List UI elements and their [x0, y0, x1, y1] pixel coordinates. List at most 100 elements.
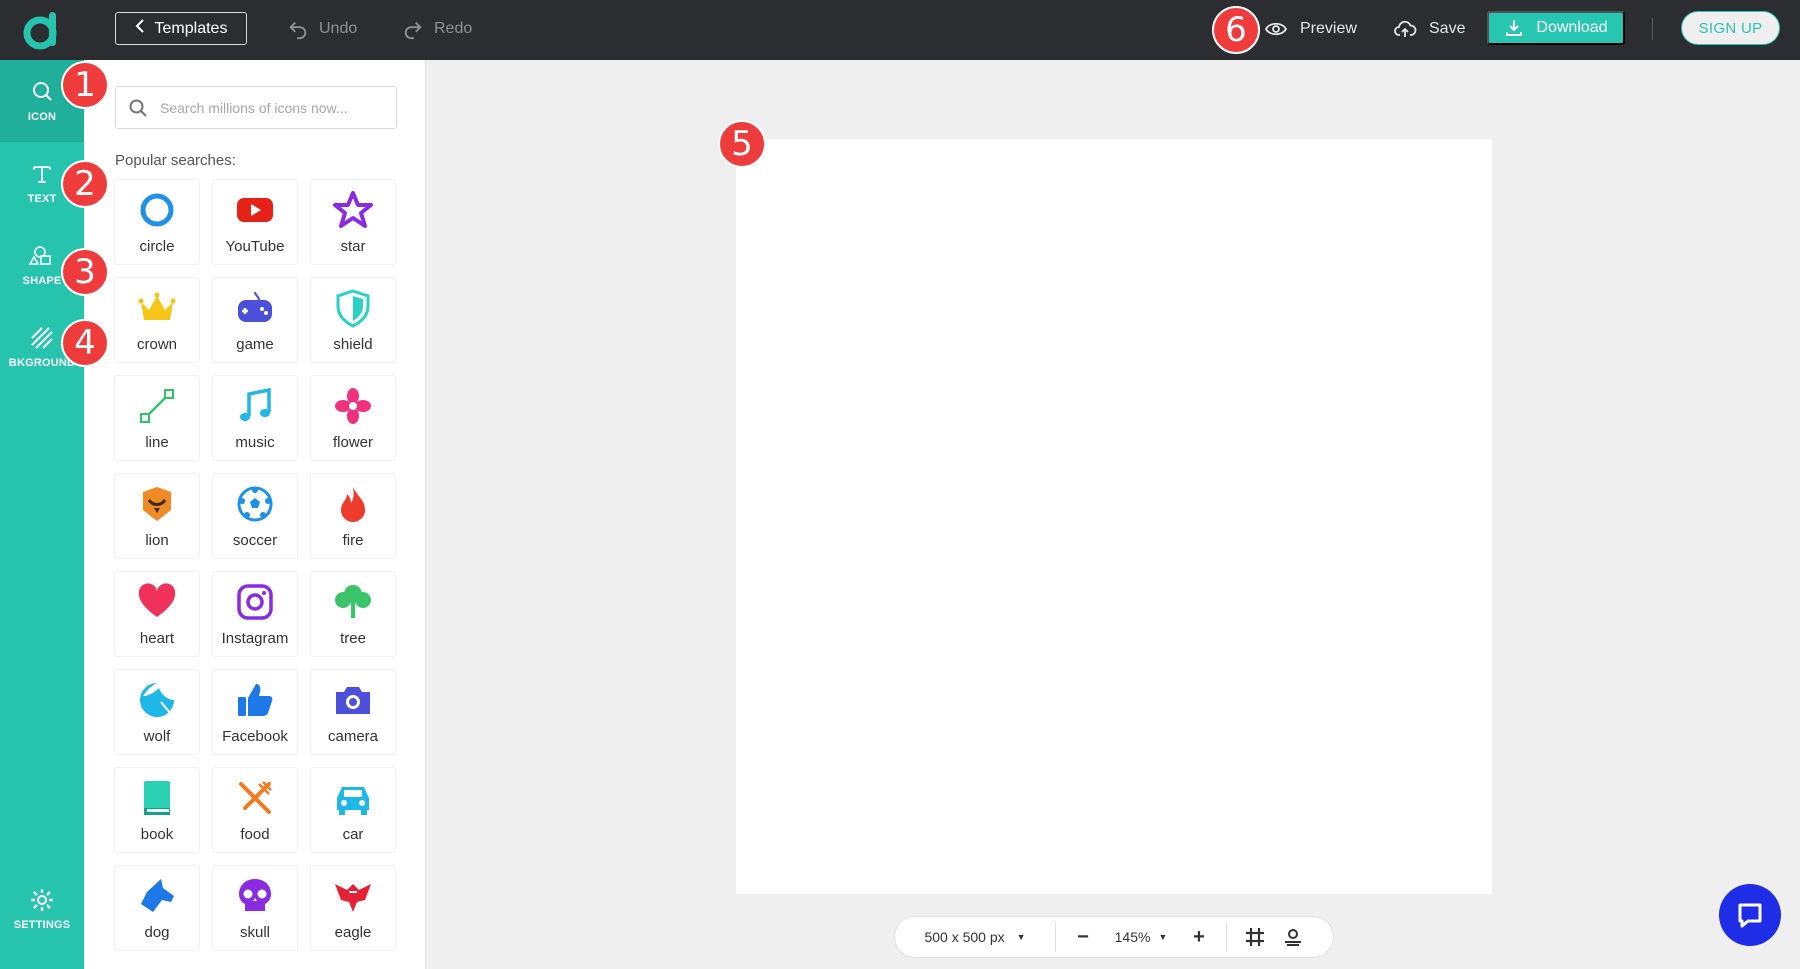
chat-bubble-icon [1734, 899, 1766, 931]
caret-down-icon: ▼ [1158, 932, 1167, 942]
icon-tile-label: shield [333, 336, 372, 353]
design-canvas[interactable] [736, 139, 1492, 894]
line-icon [137, 386, 177, 426]
fire-icon [333, 484, 373, 524]
icon-tile-car[interactable]: car [311, 768, 395, 852]
youtube-icon [235, 190, 275, 230]
icon-tile-flower[interactable]: flower [311, 376, 395, 460]
zoom-out-button[interactable]: − [1072, 926, 1094, 948]
icon-tile-label: heart [140, 630, 174, 647]
skull-icon [235, 876, 275, 916]
icon-tile-label: fire [343, 532, 364, 549]
divider [1652, 18, 1653, 40]
icon-tile-label: lion [145, 532, 168, 549]
rail-item-settings[interactable]: SETTINGS [0, 868, 84, 950]
icon-tile-label: circle [139, 238, 174, 255]
tree-icon [333, 582, 373, 622]
templates-label: Templates [155, 20, 228, 38]
icon-tile-star[interactable]: star [311, 180, 395, 264]
icon-tile-label: wolf [144, 728, 171, 745]
icon-tile-shield[interactable]: shield [311, 278, 395, 362]
icon-tile-book[interactable]: book [115, 768, 199, 852]
icon-tile-dog[interactable]: dog [115, 866, 199, 950]
icon-tile-eagle[interactable]: eagle [311, 866, 395, 950]
icon-tile-tree[interactable]: tree [311, 572, 395, 656]
align-icon[interactable] [1283, 927, 1303, 947]
icon-search-box[interactable] [115, 86, 397, 129]
popular-searches-heading: Popular searches: [115, 152, 236, 169]
icon-tile-wolf[interactable]: wolf [115, 670, 199, 754]
icon-tile-camera[interactable]: camera [311, 670, 395, 754]
rail-item-label: SHAPE [23, 275, 62, 287]
icon-search-input[interactable] [160, 100, 390, 116]
icon-tile-music[interactable]: music [213, 376, 297, 460]
caret-down-icon: ▼ [1017, 932, 1026, 942]
zoom-select[interactable]: 145% ▼ [1115, 929, 1168, 945]
icon-tile-instagram[interactable]: Instagram [213, 572, 297, 656]
settings-label: SETTINGS [14, 919, 71, 931]
rail-item-label: ICON [28, 111, 56, 123]
zoom-control: − 145% ▼ + [1056, 926, 1226, 948]
crown-icon [137, 288, 177, 328]
lion-icon [137, 484, 177, 524]
annotation-badge-2: 2 [61, 160, 109, 208]
undo-icon [287, 18, 309, 40]
redo-label: Redo [434, 20, 472, 38]
undo-button[interactable]: Undo [287, 12, 357, 45]
icon-tile-facebook[interactable]: Facebook [213, 670, 297, 754]
shield-icon [333, 288, 373, 328]
canvas-toolbar: 500 x 500 px ▼ − 145% ▼ + [894, 916, 1334, 958]
logo-icon[interactable] [20, 8, 64, 52]
icon-tile-label: Facebook [222, 728, 288, 745]
icon-tile-label: tree [340, 630, 366, 647]
flower-icon [333, 386, 373, 426]
icon-tile-line[interactable]: line [115, 376, 199, 460]
icon-tile-label: soccer [233, 532, 277, 549]
icon-tile-lion[interactable]: lion [115, 474, 199, 558]
search-icon [128, 98, 148, 118]
icon-tile-soccer[interactable]: soccer [213, 474, 297, 558]
icon-tile-label: Instagram [222, 630, 289, 647]
camera-icon [333, 680, 373, 720]
icon-tile-label: flower [333, 434, 373, 451]
zoom-in-button[interactable]: + [1188, 926, 1210, 948]
icon-tile-crown[interactable]: crown [115, 278, 199, 362]
heart-icon [137, 582, 177, 622]
redo-icon [402, 18, 424, 40]
icon-tile-label: skull [240, 924, 270, 941]
redo-button[interactable]: Redo [402, 12, 472, 45]
eagle-icon [333, 876, 373, 916]
undo-label: Undo [319, 20, 357, 38]
dog-icon [137, 876, 177, 916]
canvas-size-select[interactable]: 500 x 500 px ▼ [895, 929, 1055, 945]
annotation-badge-6: 6 [1212, 6, 1260, 54]
icon-tile-label: eagle [335, 924, 372, 941]
icon-tile-label: car [343, 826, 364, 843]
icon-tile-label: line [145, 434, 168, 451]
rail-item-label: TEXT [28, 193, 57, 205]
icon-tile-circle[interactable]: circle [115, 180, 199, 264]
icon-tile-game[interactable]: game [213, 278, 297, 362]
annotation-badge-4: 4 [61, 319, 109, 367]
preview-button[interactable]: Preview [1264, 12, 1357, 45]
canvas-tools [1227, 927, 1303, 947]
icon-tile-food[interactable]: food [213, 768, 297, 852]
download-button[interactable]: Download [1487, 11, 1625, 45]
car-icon [333, 778, 373, 818]
icon-tile-fire[interactable]: fire [311, 474, 395, 558]
sign-up-button[interactable]: SIGN UP [1681, 11, 1780, 45]
icon-tile-heart[interactable]: heart [115, 572, 199, 656]
annotation-badge-5: 5 [718, 120, 766, 168]
templates-button[interactable]: Templates [115, 12, 247, 45]
icon-tile-youtube[interactable]: YouTube [213, 180, 297, 264]
icon-tile-label: dog [144, 924, 169, 941]
icon-tile-skull[interactable]: skull [213, 866, 297, 950]
gear-icon [29, 887, 55, 913]
search-icon [29, 79, 55, 105]
cloud-upload-icon [1393, 17, 1417, 41]
icon-panel: Popular searches: circle YouTube star cr… [84, 60, 426, 969]
grid-icon[interactable] [1245, 927, 1265, 947]
chat-button[interactable] [1719, 884, 1781, 946]
icon-tile-label: YouTube [226, 238, 285, 255]
save-button[interactable]: Save [1393, 12, 1465, 45]
